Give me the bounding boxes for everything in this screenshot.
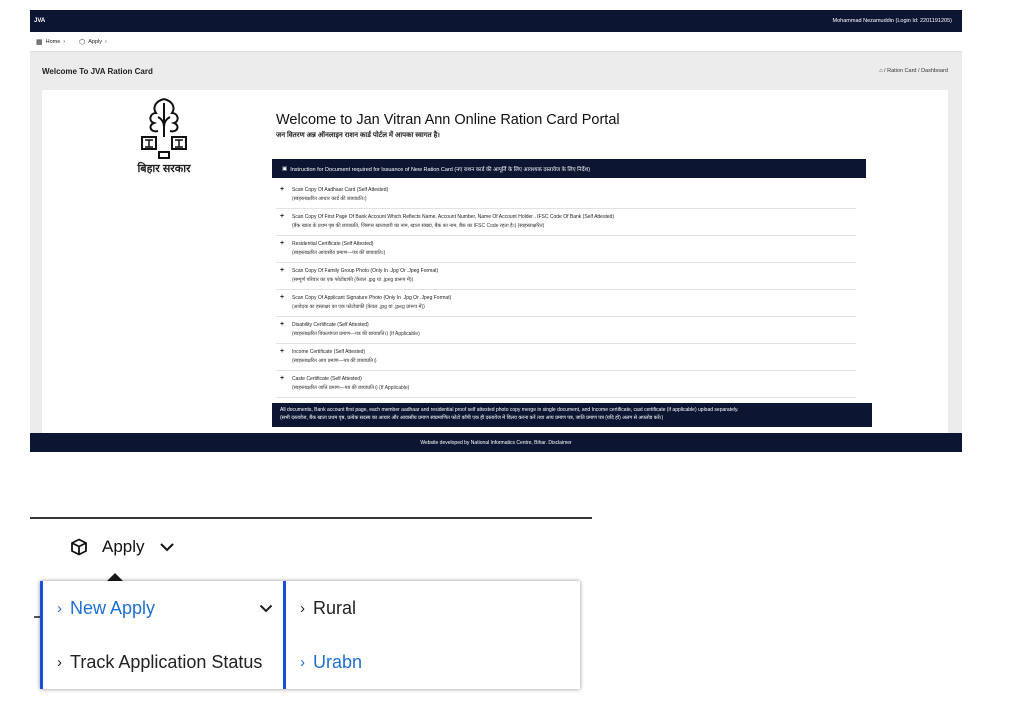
menu-item-track-status[interactable]: › Track Application Status (43, 635, 283, 689)
menu-item-label: Rural (313, 597, 357, 618)
breadcrumb: ⌂ / Ration Card / Dashboard (879, 68, 948, 74)
doc-title-hindi: (स्वहस्ताक्षरित जाति प्रमाण—पत्र की छाया… (292, 385, 410, 391)
list-item: Income Certificate (Self Attested) (स्वहस… (276, 344, 856, 371)
menu-item-new-apply[interactable]: › New Apply (43, 581, 283, 635)
doc-title-hindi: (सम्पूर्ण परिवार का एक फोटोग्राफी (केवल … (292, 277, 414, 283)
document-list: Scan Copy Of Aadhaar Card (Self Attested… (276, 182, 856, 398)
chevron-down-icon (259, 604, 273, 612)
list-item: Residential Certificate (Self Attested) (… (276, 236, 856, 263)
bodhi-tree-emblem-icon (141, 98, 187, 159)
doc-title-hindi: (स्वहस्ताक्षरित आय प्रमाण—पत्र की छायाप्… (292, 358, 377, 364)
nav-apply-label: Apply (88, 38, 103, 45)
app-brand[interactable]: JVA (34, 18, 45, 24)
doc-title-hindi: (स्वहस्ताक्षरित विकलांगता प्रमाण—पत्र की… (292, 331, 420, 337)
divider (30, 517, 592, 519)
top-navbar: JVA Mohammad Nezamuddin (Login Id: 22011… (30, 10, 962, 32)
upload-note-en: All documents, Bank account first page, … (280, 407, 739, 413)
box-icon: ⬡ (79, 38, 86, 46)
upload-note: All documents, Bank account first page, … (272, 403, 872, 427)
list-item: Scan Copy Of Applicant Signature Photo (… (276, 290, 856, 317)
list-item: Scan Copy Of First Page Of Bank Account … (276, 209, 856, 236)
doc-title: Scan Copy Of Applicant Signature Photo (… (292, 295, 452, 301)
upload-note-hi: (सभी दस्तावेज, बैंक खाता प्रथम पृष्ठ, प्… (280, 415, 664, 421)
portal-screenshot: JVA Mohammad Nezamuddin (Login Id: 22011… (30, 10, 962, 452)
welcome-section: Welcome to Jan Vitran Ann Online Ration … (276, 112, 620, 140)
info-icon: ▣ (282, 165, 288, 172)
menu-item-label: Urabn (313, 651, 363, 672)
breadcrumb-ration-card[interactable]: Ration Card (887, 68, 916, 74)
menu-item-urban[interactable]: › Urabn (286, 635, 580, 689)
footer: Website developed by National Informatic… (30, 433, 962, 452)
list-item: Disability Certificate (Self Attested) (स… (276, 317, 856, 344)
apply-menu-zoom: Apply › New Apply › Track Application St… (30, 517, 592, 697)
menu-item-label: Track Application Status (70, 651, 263, 672)
doc-title-hindi: (स्वहस्ताक्षरित आधार कार्ड की छायाप्रति।… (292, 196, 367, 202)
nav-home-label: Home (45, 38, 61, 45)
welcome-title: Welcome to Jan Vitran Ann Online Ration … (276, 112, 620, 128)
page: { "top": { "app": "JVA", "user": "Mohamm… (0, 0, 1024, 711)
page-header: Welcome To JVA Ration Card ⌂ / Ration Ca… (30, 52, 962, 90)
chevron-down-icon (159, 543, 174, 552)
menu-item-rural[interactable]: › Rural (286, 581, 580, 635)
list-item: Scan Copy Of Family Group Photo (Only In… (276, 263, 856, 290)
doc-title: Residential Certificate (Self Attested) (292, 241, 374, 247)
home-icon: ▦ (36, 38, 43, 46)
list-item: Caste Certificate (Self Attested) (स्वहस्… (276, 371, 856, 398)
chevron-right-icon: › (105, 38, 107, 45)
doc-title: Scan Copy Of Aadhaar Card (Self Attested… (292, 187, 389, 193)
doc-title: Income Certificate (Self Attested) (292, 349, 366, 355)
instruction-header-text: Instruction for Document required for Is… (290, 166, 591, 173)
apply-dropdown: › New Apply › Track Application Status ›… (40, 581, 580, 689)
instruction-header: ▣ Instruction for Document required for … (272, 159, 866, 178)
list-item: Scan Copy Of Aadhaar Card (Self Attested… (276, 182, 856, 209)
menu-item-label: New Apply (70, 597, 156, 618)
bihar-emblem: बिहार सरकार (122, 93, 206, 185)
footer-text[interactable]: Website developed by National Informatic… (420, 440, 571, 446)
chevron-right-icon: › (63, 38, 66, 45)
apply-label: Apply (102, 537, 145, 556)
page-title: Welcome To JVA Ration Card (42, 66, 153, 76)
doc-title: Caste Certificate (Self Attested) (292, 376, 362, 382)
nav-apply[interactable]: ⬡ Apply › (79, 38, 107, 46)
menu-bar: ▦ Home › ⬡ Apply › (30, 32, 962, 52)
welcome-subtitle: जन वितरण अन्न ऑनलाइन राशन कार्ड पोर्टल म… (276, 132, 440, 139)
chevron-right-icon: › (300, 599, 305, 617)
apply-menu-trigger[interactable]: Apply (70, 537, 175, 557)
submenu-secondary: › Rural › Urabn (283, 581, 580, 689)
chevron-right-icon: › (300, 653, 305, 671)
breadcrumb-dashboard: Dashboard (921, 68, 948, 74)
doc-title: Scan Copy Of Family Group Photo (Only In… (292, 268, 439, 274)
box-icon (71, 538, 87, 556)
chevron-right-icon: › (57, 599, 62, 617)
home-icon[interactable]: ⌂ (879, 68, 882, 74)
nav-home[interactable]: ▦ Home › (36, 38, 65, 46)
doc-title-hindi: (बैंक खाता के प्रथम पृष्ठ की छायाप्रति, … (292, 223, 545, 229)
doc-title: Scan Copy Of First Page Of Bank Account … (292, 214, 615, 220)
user-info[interactable]: Mohammad Nezamuddin (Login Id: 220119120… (833, 18, 952, 24)
emblem-caption: बिहार सरकार (137, 163, 191, 175)
chevron-right-icon: › (57, 653, 62, 671)
doc-title: Disability Certificate (Self Attested) (292, 322, 369, 328)
submenu-primary: › New Apply › Track Application Status (40, 581, 283, 689)
doc-title-hindi: (स्वहस्ताक्षरित आवासीय प्रमाण—पत्र की छा… (292, 250, 386, 256)
dashboard-card: बिहार सरकार Welcome to Jan Vitran Ann On… (42, 90, 948, 440)
doc-title-hindi: (आवेदक का हस्ताक्षर का एक फोटोग्राफी (के… (292, 304, 425, 310)
